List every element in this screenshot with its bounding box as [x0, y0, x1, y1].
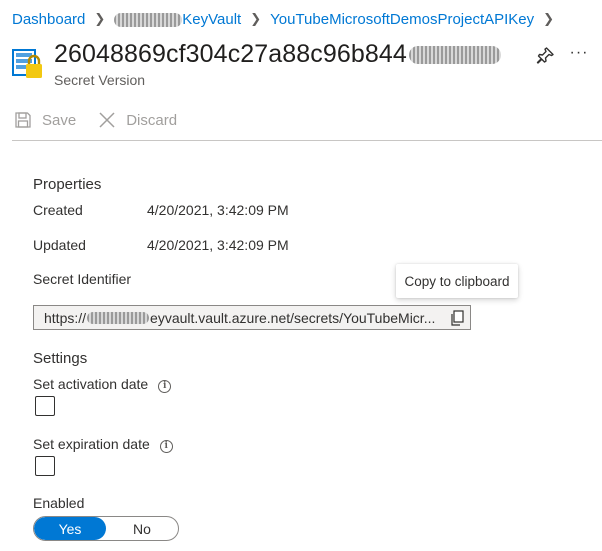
close-icon	[99, 112, 115, 128]
breadcrumb-dashboard[interactable]: Dashboard	[12, 11, 85, 28]
breadcrumb: Dashboard ❯ KeyVault ❯ YouTubeMicrosoftD…	[12, 8, 563, 30]
activation-date-label: Set activation date i	[33, 376, 172, 393]
expiration-date-text: Set expiration date	[33, 436, 150, 452]
page-title: 26048869cf304c27a88c96b844	[54, 40, 501, 69]
secret-version-id: 26048869cf304c27a88c96b844	[54, 40, 407, 68]
chevron-right-icon: ❯	[250, 11, 262, 26]
redaction-mark	[87, 311, 150, 324]
discard-label: Discard	[126, 111, 178, 129]
page-subtitle: Secret Version	[54, 72, 146, 88]
activation-date-text: Set activation date	[33, 376, 149, 392]
save-label: Save	[42, 111, 77, 129]
discard-button[interactable]: Discard	[98, 111, 177, 129]
breadcrumb-secret[interactable]: YouTubeMicrosoftDemosProjectAPIKey	[270, 11, 534, 28]
pin-icon[interactable]	[534, 45, 556, 67]
redaction-mark	[408, 45, 501, 64]
copy-tooltip: Copy to clipboard	[396, 264, 518, 298]
copy-icon	[451, 309, 464, 326]
settings-heading: Settings	[33, 350, 88, 367]
breadcrumb-keyvault-label: KeyVault	[182, 10, 242, 28]
created-value: 4/20/2021, 3:42:09 PM	[147, 202, 289, 218]
enabled-toggle[interactable]: Yes No	[33, 516, 179, 541]
info-icon[interactable]: i	[158, 380, 172, 393]
command-bar: Save Discard	[14, 108, 199, 132]
activation-date-checkbox[interactable]	[35, 396, 55, 416]
enabled-label: Enabled	[33, 495, 85, 511]
redaction-mark	[114, 12, 183, 27]
updated-value: 4/20/2021, 3:42:09 PM	[147, 237, 289, 253]
expiration-date-label: Set expiration date i	[33, 436, 173, 453]
key-vault-icon	[12, 45, 44, 81]
identifier-value: eyvault.vault.azure.net/secrets/YouTubeM…	[150, 309, 436, 326]
breadcrumb-keyvault[interactable]: KeyVault	[114, 11, 241, 28]
more-options-icon[interactable]: ···	[567, 44, 591, 66]
enabled-no-option[interactable]: No	[106, 517, 178, 540]
copy-to-clipboard-button[interactable]	[446, 307, 468, 328]
save-icon	[15, 112, 31, 128]
secret-identifier-field[interactable]: https:// eyvault.vault.azure.net/secrets/…	[33, 305, 471, 330]
updated-label: Updated	[33, 237, 86, 253]
chevron-right-icon: ❯	[543, 11, 555, 26]
created-label: Created	[33, 202, 83, 218]
save-button[interactable]: Save	[14, 111, 76, 129]
divider	[12, 140, 602, 141]
info-icon[interactable]: i	[159, 440, 173, 453]
identifier-prefix: https://	[44, 309, 87, 326]
properties-heading: Properties	[33, 176, 102, 193]
secret-identifier-label: Secret Identifier	[33, 271, 132, 287]
enabled-yes-option[interactable]: Yes	[34, 517, 106, 540]
chevron-right-icon: ❯	[94, 11, 106, 26]
expiration-date-checkbox[interactable]	[35, 456, 55, 476]
